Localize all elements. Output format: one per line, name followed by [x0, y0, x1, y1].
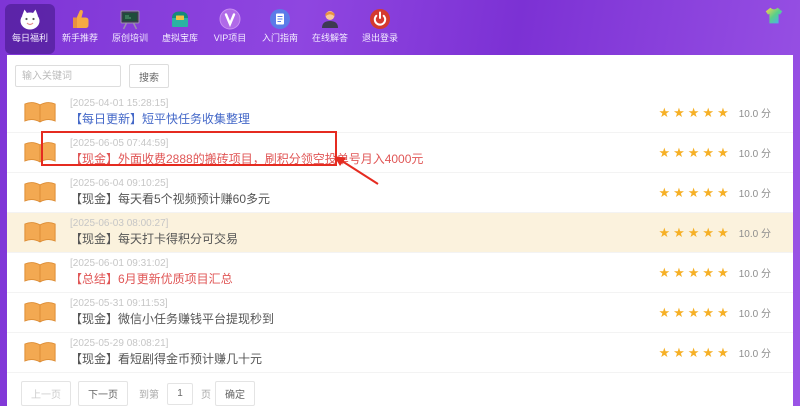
- nav-label: 新手推荐: [62, 33, 98, 43]
- nav-label: 虚拟宝库: [162, 33, 198, 43]
- tshirt-icon[interactable]: [763, 5, 785, 27]
- item-score: 10.0 分: [739, 305, 771, 320]
- nav-item-vip-project[interactable]: VIP项目: [205, 4, 255, 54]
- search-input[interactable]: [15, 65, 121, 87]
- item-date: [2025-06-01 09:31:02]: [70, 257, 658, 270]
- list-item[interactable]: [2025-06-04 09:10:25] 【现金】每天看5个视频预计赚60多元…: [7, 173, 793, 213]
- top-header: 每日福利 新手推荐 原创培训: [0, 0, 800, 55]
- item-title[interactable]: 【每日更新】短平快任务收集整理: [70, 112, 250, 127]
- nav-item-original-training[interactable]: 原创培训: [105, 4, 155, 54]
- item-date: [2025-06-05 07:44:59]: [70, 137, 658, 150]
- nav-label: 退出登录: [362, 33, 398, 43]
- nav-item-newbie-recommend[interactable]: 新手推荐: [55, 4, 105, 54]
- star-rating: ★★★★★: [658, 146, 731, 160]
- star-rating: ★★★★★: [658, 346, 731, 360]
- confirm-page-button[interactable]: 确定: [215, 381, 255, 406]
- next-page-button[interactable]: 下一页: [78, 381, 128, 406]
- nav-label: 在线解答: [312, 33, 348, 43]
- item-score: 10.0 分: [739, 185, 771, 200]
- item-score: 10.0 分: [739, 265, 771, 280]
- item-score: 10.0 分: [739, 105, 771, 120]
- list-item[interactable]: [2025-05-31 09:11:53] 【现金】微信小任务赚钱平台提现秒到 …: [7, 293, 793, 333]
- page-number-input[interactable]: [167, 383, 193, 405]
- item-date: [2025-04-01 15:28:15]: [70, 97, 658, 110]
- power-logout-icon: [368, 7, 392, 31]
- list-item[interactable]: [2025-04-01 15:28:15] 【每日更新】短平快任务收集整理 ★★…: [7, 93, 793, 133]
- star-rating: ★★★★★: [658, 306, 731, 320]
- book-icon: [23, 340, 57, 365]
- item-date: [2025-05-31 09:11:53]: [70, 297, 658, 310]
- list-item[interactable]: [2025-05-29 08:08:21] 【现金】看短剧得金币预计赚几十元 ★…: [7, 333, 793, 373]
- guide-book-icon: [268, 7, 292, 31]
- nav-label: 每日福利: [12, 33, 48, 43]
- nav-label: 入门指南: [262, 33, 298, 43]
- nav-item-virtual-treasury[interactable]: 虚拟宝库: [155, 4, 205, 54]
- star-rating: ★★★★★: [658, 186, 731, 200]
- item-date: [2025-06-03 08:00:27]: [70, 217, 658, 230]
- thumbs-up-icon: [68, 7, 92, 31]
- star-rating: ★★★★★: [658, 106, 731, 120]
- list-item[interactable]: [2025-06-03 08:00:27] 【现金】每天打卡得积分可交易 ★★★…: [7, 213, 793, 253]
- search-button[interactable]: 搜索: [129, 64, 169, 88]
- cat-icon: [18, 7, 42, 31]
- nav-label: VIP项目: [214, 33, 247, 43]
- book-icon: [23, 140, 57, 165]
- item-title[interactable]: 【现金】每天打卡得积分可交易: [70, 232, 238, 247]
- item-title[interactable]: 【现金】每天看5个视频预计赚60多元: [70, 192, 270, 207]
- goto-page-label: 到第: [139, 386, 159, 401]
- item-score: 10.0 分: [739, 145, 771, 160]
- nav-item-beginner-guide[interactable]: 入门指南: [255, 4, 305, 54]
- item-score: 10.0 分: [739, 345, 771, 360]
- nav-item-online-support[interactable]: 在线解答: [305, 4, 355, 54]
- item-date: [2025-06-04 09:10:25]: [70, 177, 658, 190]
- pagination: 上一页 下一页 到第 页 确定: [21, 381, 793, 406]
- page-unit-label: 页: [201, 386, 211, 401]
- star-rating: ★★★★★: [658, 226, 731, 240]
- search-bar: 搜索: [7, 55, 793, 93]
- main-nav: 每日福利 新手推荐 原创培训: [5, 4, 405, 54]
- item-title[interactable]: 【现金】外面收费2888的搬砖项目，刷积分领空投单号月入4000元: [70, 152, 423, 167]
- item-title[interactable]: 【现金】看短剧得金币预计赚几十元: [70, 352, 262, 367]
- content-panel: 搜索 [2025-04-01 15:28:15] 【每日更新】短平快任务收集整理…: [7, 55, 793, 406]
- blackboard-icon: [118, 7, 142, 31]
- item-title[interactable]: 【现金】微信小任务赚钱平台提现秒到: [70, 312, 274, 327]
- book-icon: [23, 260, 57, 285]
- treasure-chest-icon: [168, 7, 192, 31]
- list-item[interactable]: [2025-06-01 09:31:02] 【总结】6月更新优质项目汇总 ★★★…: [7, 253, 793, 293]
- nav-label: 原创培训: [112, 33, 148, 43]
- book-icon: [23, 100, 57, 125]
- nav-item-logout[interactable]: 退出登录: [355, 4, 405, 54]
- item-title[interactable]: 【总结】6月更新优质项目汇总: [70, 272, 233, 287]
- prev-page-button[interactable]: 上一页: [21, 381, 71, 406]
- vip-badge-icon: [218, 7, 242, 31]
- nav-item-daily-welfare[interactable]: 每日福利: [5, 4, 55, 54]
- star-rating: ★★★★★: [658, 266, 731, 280]
- item-score: 10.0 分: [739, 225, 771, 240]
- book-icon: [23, 220, 57, 245]
- item-date: [2025-05-29 08:08:21]: [70, 337, 658, 350]
- book-icon: [23, 300, 57, 325]
- customer-service-icon: [318, 7, 342, 31]
- list-item[interactable]: [2025-06-05 07:44:59] 【现金】外面收费2888的搬砖项目，…: [7, 133, 793, 173]
- book-icon: [23, 180, 57, 205]
